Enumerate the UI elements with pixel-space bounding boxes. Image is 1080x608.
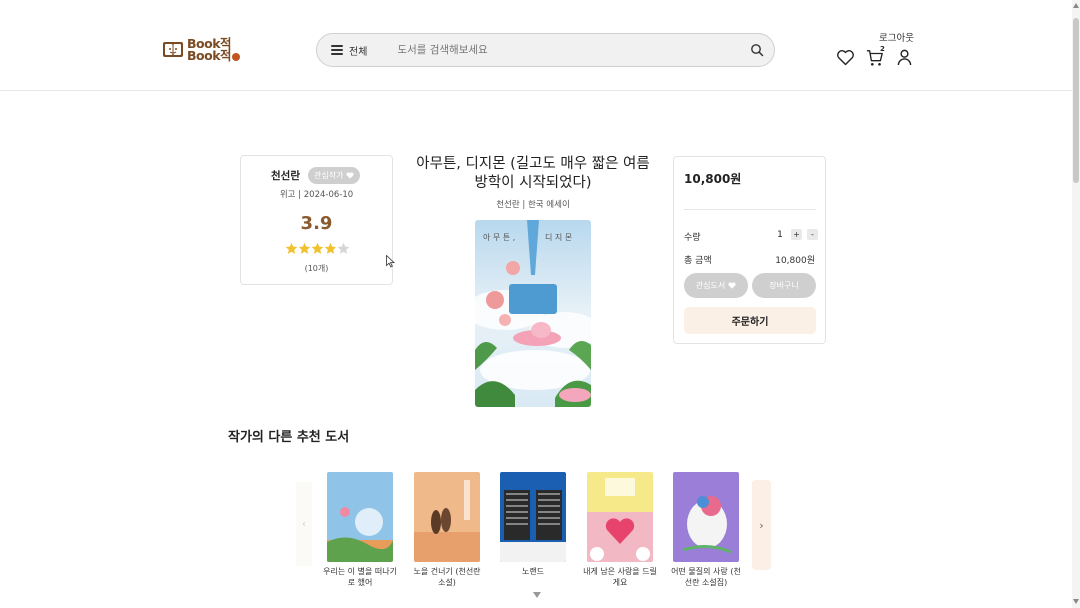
logo-text: Book적 Book적 bbox=[187, 37, 241, 62]
recommend-book-cover[interactable] bbox=[587, 472, 653, 562]
book-cover-image: 아 무 튼 , 디 지 몬 bbox=[475, 220, 591, 407]
recommend-book-cover[interactable] bbox=[327, 472, 393, 562]
carousel-next-button[interactable]: › bbox=[752, 480, 771, 570]
book-subtitle: 천선란 | 한국 에세이 bbox=[496, 200, 570, 210]
star-icon bbox=[324, 242, 337, 254]
star-icon bbox=[311, 242, 324, 254]
recommend-book-cover[interactable] bbox=[673, 472, 739, 562]
search-bar: 전체 bbox=[316, 33, 775, 67]
svg-text:디 지 몬: 디 지 몬 bbox=[545, 233, 572, 242]
search-icon[interactable] bbox=[750, 43, 764, 57]
divider bbox=[684, 209, 816, 210]
favorite-author-button[interactable]: 관심작가 bbox=[307, 167, 361, 184]
favorite-book-button[interactable]: 관심도서 bbox=[684, 273, 748, 298]
user-icon[interactable] bbox=[897, 49, 912, 66]
rating-count: (10개) bbox=[304, 264, 329, 273]
svg-text:아 무 튼 ,: 아 무 튼 , bbox=[483, 232, 515, 242]
logo[interactable]: Book적 Book적 bbox=[162, 33, 246, 67]
logout-link[interactable]: 로그아웃 bbox=[879, 30, 914, 44]
total-amount: 10,800원 bbox=[775, 256, 815, 266]
recommend-section-title: 작가의 다른 추천 도서 bbox=[228, 430, 350, 445]
scroll-down-icon[interactable] bbox=[1073, 599, 1079, 604]
recommend-book-4[interactable]: 내게 남은 사랑을 드릴게요 bbox=[582, 472, 658, 588]
author-name[interactable]: 천선란 bbox=[271, 168, 300, 183]
recommend-book-3[interactable]: 노랜드 bbox=[495, 472, 571, 577]
recommend-book-5[interactable]: 어떤 물질의 사랑 (천선란 소설집) bbox=[668, 472, 744, 588]
quantity-minus-button[interactable]: - bbox=[807, 229, 818, 240]
recommend-book-1[interactable]: 우리는 이 별을 떠나기로 했어 bbox=[322, 472, 398, 588]
recommend-book-2[interactable]: 노을 건너기 (천선란 소설) bbox=[409, 472, 485, 588]
rating-stars bbox=[285, 242, 350, 255]
recommend-book-cover[interactable] bbox=[500, 472, 566, 562]
cart-count-badge: 2 bbox=[880, 45, 885, 53]
recommend-book-title[interactable]: 어떤 물질의 사랑 (천선란 소설집) bbox=[668, 566, 744, 588]
search-category[interactable]: 전체 bbox=[349, 43, 367, 58]
book-title: 아무튼, 디지몬 (길고도 매우 짧은 여름방학이 시작되었다) bbox=[416, 156, 650, 191]
add-to-cart-button[interactable]: 장바구니 bbox=[752, 273, 816, 298]
menu-icon[interactable] bbox=[331, 45, 343, 55]
heart-icon bbox=[728, 282, 736, 289]
scroll-down-indicator-icon[interactable] bbox=[533, 592, 541, 598]
heart-icon[interactable] bbox=[836, 49, 855, 66]
quantity-stepper: 1 + - bbox=[774, 229, 818, 240]
page-scrollbar[interactable] bbox=[1072, 0, 1080, 608]
carousel-prev-button[interactable]: ‹ bbox=[296, 482, 312, 566]
quantity-plus-button[interactable]: + bbox=[791, 229, 802, 240]
order-button[interactable]: 주문하기 bbox=[684, 307, 816, 334]
search-input[interactable] bbox=[397, 44, 718, 56]
book-price: 10,800원 bbox=[684, 172, 742, 186]
rating-score: 3.9 bbox=[300, 213, 333, 234]
star-icon bbox=[285, 242, 298, 254]
heart-icon bbox=[346, 172, 354, 179]
scroll-thumb[interactable] bbox=[1073, 18, 1079, 183]
star-icon bbox=[337, 242, 350, 254]
total-label: 총 금액 bbox=[684, 256, 712, 266]
publisher-date: 위고 | 2024-06-10 bbox=[279, 190, 354, 200]
star-icon bbox=[298, 242, 311, 254]
site-header: Book적 Book적 전체 로그아웃 2 bbox=[0, 0, 1072, 91]
quantity-value: 1 bbox=[777, 229, 783, 240]
mouse-cursor-icon bbox=[386, 255, 395, 268]
recommend-book-title[interactable]: 우리는 이 별을 떠나기로 했어 bbox=[322, 566, 398, 588]
author-card: 천선란 관심작가 위고 | 2024-06-10 3.9 (10개) bbox=[240, 155, 393, 285]
purchase-card: 10,800원 수량 1 + - 총 금액 10,800원 관심도서 장바구니 … bbox=[673, 156, 826, 344]
book-logo-icon bbox=[163, 42, 183, 57]
recommend-book-cover[interactable] bbox=[414, 472, 480, 562]
quantity-label: 수량 bbox=[684, 233, 701, 243]
scroll-up-icon[interactable] bbox=[1073, 3, 1079, 8]
recommend-book-title[interactable]: 내게 남은 사랑을 드릴게요 bbox=[582, 566, 658, 588]
recommend-book-title[interactable]: 노을 건너기 (천선란 소설) bbox=[409, 566, 485, 588]
recommend-book-title[interactable]: 노랜드 bbox=[495, 566, 571, 577]
